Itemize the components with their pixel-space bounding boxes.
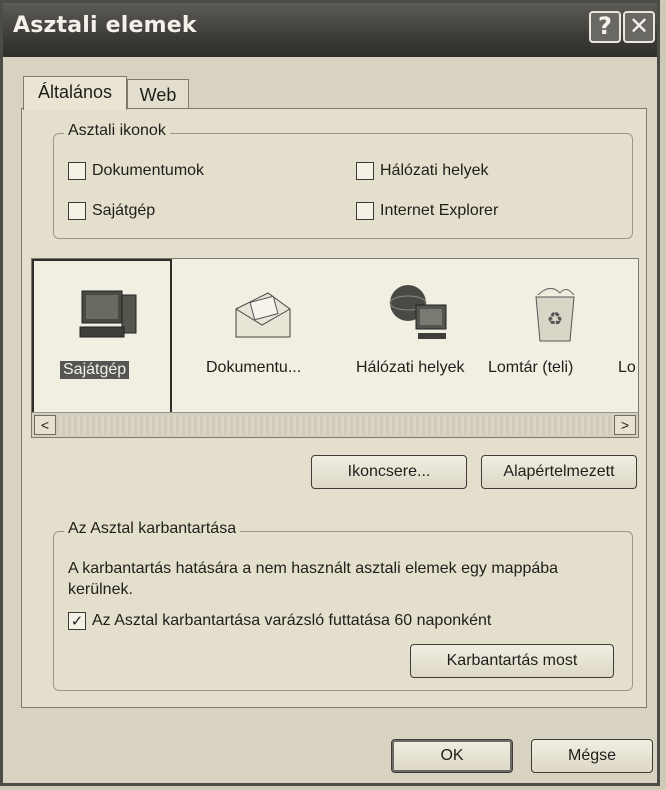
list-item-network-places[interactable]: Hálózati helyek xyxy=(344,259,484,407)
checkbox-documents-label: Dokumentumok xyxy=(92,162,205,179)
list-item-my-computer[interactable]: Sajátgép xyxy=(32,259,172,417)
network-places-icon xyxy=(389,285,447,339)
desktop-cleanup-legend: Az Asztal karbantartása xyxy=(64,520,241,538)
help-button[interactable]: ? xyxy=(589,11,621,43)
list-item-label: Hálózati helyek xyxy=(356,359,465,376)
checkbox-documents-box[interactable] xyxy=(68,162,86,180)
tab-web[interactable]: Web xyxy=(127,79,189,109)
title-bar[interactable]: Asztali elemek ? ✕ xyxy=(3,3,657,57)
documents-folder-icon xyxy=(235,292,291,338)
list-item-label: Sajátgép xyxy=(60,361,130,379)
checkbox-run-cleanup-wizard-label: Az Asztal karbantartása varázsló futtatá… xyxy=(92,612,492,629)
close-icon: ✕ xyxy=(628,12,650,40)
cleanup-description: A karbantartás hatására a nem használt a… xyxy=(68,560,559,598)
checkbox-internet-explorer-label: Internet Explorer xyxy=(380,202,499,219)
checkbox-internet-explorer[interactable]: Internet Explorer xyxy=(356,202,498,220)
tab-general-label: Általános xyxy=(37,82,113,102)
list-item-documents[interactable]: Dokumentu... xyxy=(190,259,330,407)
change-icon-button[interactable]: Ikoncsere... xyxy=(311,455,467,489)
checkbox-run-cleanup-wizard[interactable]: ✓ Az Asztal karbantartása varázsló futta… xyxy=(68,612,491,630)
horizontal-scrollbar[interactable]: < > xyxy=(32,412,638,437)
checkbox-my-computer[interactable]: Sajátgép xyxy=(68,202,155,220)
svg-text:♻: ♻ xyxy=(547,309,563,329)
list-item-recycle-bin-full[interactable]: ♻ Lomtár (teli) xyxy=(482,259,622,407)
list-item-recycle-bin-empty[interactable]: Lo xyxy=(612,259,638,407)
checkbox-documents[interactable]: Dokumentumok xyxy=(68,162,204,180)
checkbox-internet-explorer-box[interactable] xyxy=(356,202,374,220)
desktop-items-dialog: Asztali elemek ? ✕ Általános Web Asztali… xyxy=(0,0,660,786)
help-icon: ? xyxy=(598,12,612,40)
scroll-track[interactable] xyxy=(56,415,614,435)
desktop-icon-list[interactable]: Sajátgép Dokumentu... Hálózati helyek ♻ … xyxy=(31,258,639,438)
checkbox-network-places[interactable]: Hálózati helyek xyxy=(356,162,489,180)
list-item-label: Lomtár (teli) xyxy=(488,359,574,376)
desktop-icons-group: Asztali ikonok Dokumentumok Hálózati hel… xyxy=(53,122,633,239)
checkbox-run-cleanup-wizard-box[interactable]: ✓ xyxy=(68,612,86,630)
window-title: Asztali elemek xyxy=(13,13,197,38)
desktop-cleanup-group: Az Asztal karbantartása A karbantartás h… xyxy=(53,520,633,691)
close-button[interactable]: ✕ xyxy=(623,11,655,43)
list-item-label: Lo xyxy=(618,359,636,376)
scroll-left-button[interactable]: < xyxy=(34,415,56,435)
list-item-label: Dokumentu... xyxy=(206,359,302,376)
checkbox-my-computer-box[interactable] xyxy=(68,202,86,220)
cancel-button[interactable]: Mégse xyxy=(531,739,653,773)
checkbox-my-computer-label: Sajátgép xyxy=(92,202,156,219)
chevron-right-icon: > xyxy=(620,417,630,433)
tab-web-label: Web xyxy=(139,85,177,105)
checkbox-network-places-box[interactable] xyxy=(356,162,374,180)
check-icon: ✓ xyxy=(70,612,84,630)
checkbox-network-places-label: Hálózati helyek xyxy=(380,162,489,179)
desktop-icons-legend: Asztali ikonok xyxy=(64,122,170,140)
scroll-right-button[interactable]: > xyxy=(614,415,636,435)
ok-button[interactable]: OK xyxy=(391,739,513,773)
restore-default-button[interactable]: Alapértelmezett xyxy=(481,455,637,489)
recycle-bin-full-icon: ♻ xyxy=(535,288,575,342)
tab-general[interactable]: Általános xyxy=(23,76,127,110)
computer-icon xyxy=(79,290,137,338)
chevron-left-icon: < xyxy=(40,417,50,433)
clean-desktop-now-button[interactable]: Karbantartás most xyxy=(410,644,614,678)
